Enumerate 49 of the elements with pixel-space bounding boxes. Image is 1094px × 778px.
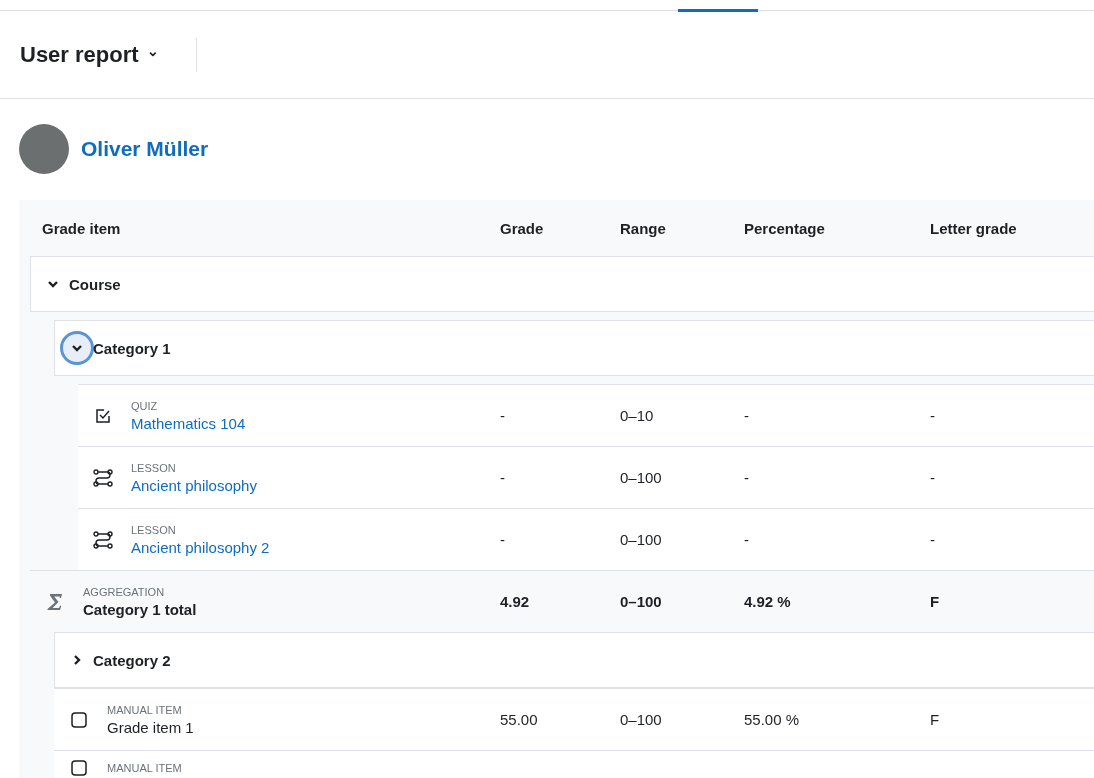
column-header: Percentage	[744, 219, 826, 237]
table-cell-text: -	[500, 531, 506, 548]
sigma-icon	[47, 592, 63, 611]
column-header: Range	[620, 219, 667, 237]
table-cell-text: -	[500, 407, 506, 424]
grade-item-link[interactable]: Mathematics 104	[131, 414, 246, 432]
column-header: Letter grade	[930, 219, 1018, 237]
item-type-label: LESSON	[131, 523, 177, 536]
table-cell-text: 4.92 %	[744, 593, 792, 610]
table-cell-text: -	[930, 531, 936, 548]
grade-item-name: Category 1 total	[83, 600, 197, 618]
table-cell-text: -	[930, 469, 936, 486]
table-cell-text: -	[930, 407, 936, 424]
item-type-label: MANUAL ITEM	[107, 703, 183, 716]
item-type-label: AGGREGATION	[83, 585, 166, 598]
table-cell-text: 0–100	[620, 711, 663, 728]
table-cell-text: -	[744, 531, 750, 548]
grade-item-link[interactable]: Ancient philosophy	[131, 476, 257, 494]
table-cell-text: 0–100	[620, 531, 663, 548]
grade-item-name: Grade item 1	[107, 718, 194, 736]
chevron-icon[interactable]	[63, 334, 91, 362]
avatar-photo-placeholder	[19, 124, 69, 174]
table-cell-text: F	[930, 593, 941, 610]
item-type-label: MANUAL ITEM	[107, 762, 182, 774]
route-icon	[93, 530, 113, 549]
table-cell-text: 0–100	[620, 593, 663, 610]
table-cell-text: F	[930, 711, 941, 728]
table-cell-text: 0–100	[620, 469, 663, 486]
category-name: Category 2	[93, 651, 171, 669]
category-name: Category 1	[93, 339, 171, 357]
table-cell-text: 4.92	[500, 593, 531, 610]
table-cell-text: 55.00	[500, 711, 539, 728]
column-header: Grade	[500, 219, 545, 237]
table-cell-text: -	[744, 407, 750, 424]
route-icon	[93, 468, 113, 487]
square-icon	[71, 760, 87, 776]
table-cell-text: -	[744, 469, 750, 486]
table-cell-text: 0–10	[620, 407, 655, 424]
table-cell-text: -	[500, 469, 506, 486]
item-type-label: LESSON	[131, 461, 177, 474]
table-cell-text: 55.00 %	[744, 711, 801, 728]
item-type-label: QUIZ	[131, 399, 159, 412]
report-selector[interactable]: User report ⌄	[20, 37, 159, 72]
user-name-link[interactable]: Oliver Müller	[81, 137, 209, 161]
category-name: Course	[69, 275, 121, 293]
square-icon	[71, 711, 87, 728]
column-header: Grade item	[41, 219, 122, 237]
grade-item-link[interactable]: Ancient philosophy 2	[131, 538, 270, 556]
checkbox-icon	[95, 407, 111, 424]
